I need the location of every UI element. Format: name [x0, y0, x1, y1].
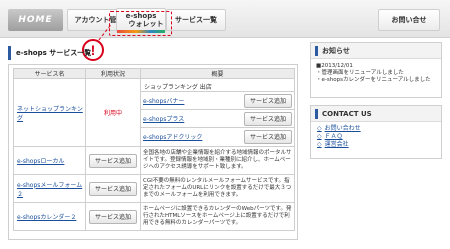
- service-link-plus[interactable]: e-shopsプラス: [143, 114, 184, 123]
- news-item: ・管理画面をリニューアルしました: [316, 70, 404, 76]
- contact-links: ◇ お問い合わせ ◇ ＦＡＱ ◇ 運営会社: [311, 122, 441, 152]
- column-header-status: 利用状況: [85, 68, 141, 79]
- contact-link-label: お問い合わせ: [324, 125, 361, 132]
- top-navigation: HOME アカウント管 e-shops ウォレット サービス一覧 お問い合せ: [0, 0, 450, 38]
- service-link-adclick[interactable]: e-shopsアドクリック: [143, 132, 202, 141]
- service-link-local[interactable]: e-shopsローカル: [17, 158, 64, 165]
- contact-link-label: ＦＡＱ: [324, 133, 343, 140]
- column-header-summary: 概要: [140, 68, 295, 79]
- service-name-cell: e-shopsメールフォーム２: [13, 174, 86, 203]
- status-badge: 利用中: [85, 78, 141, 147]
- table-row: e-shopsカレンダー２ サービス追加 ホームページに設置できるカレンダーのW…: [13, 202, 295, 231]
- add-service-button[interactable]: サービス追加: [89, 209, 137, 224]
- add-service-button[interactable]: サービス追加: [244, 111, 292, 126]
- news-date: ■2013/12/01: [316, 63, 353, 69]
- news-item: ・e-shopsカレンダーをリニューアルしました: [316, 77, 431, 83]
- table-row: e-shopsローカル サービス追加 全国各地の店舗や企業情報を紹介する地域情報…: [13, 146, 295, 175]
- page-title: e-shops サービス一覧: [8, 46, 304, 60]
- add-service-button[interactable]: サービス追加: [244, 129, 292, 144]
- service-name-cell: e-shopsカレンダー２: [13, 202, 86, 231]
- add-service-button[interactable]: サービス追加: [244, 93, 292, 108]
- summary-text: ショップランキング 出店: [144, 84, 212, 91]
- status-cell: サービス追加: [85, 146, 141, 175]
- contact-link-company[interactable]: ◇ 運営会社: [317, 141, 435, 149]
- table-row: e-shopsメールフォーム２ サービス追加 CGI不要の無料のレンタルメールフ…: [13, 174, 295, 203]
- tab-service-list[interactable]: サービス一覧: [166, 9, 226, 31]
- column-header-service-name: サービス名: [13, 68, 86, 79]
- news-body: ■2013/12/01 ・管理画面をリニューアルしました ・e-shopsカレン…: [311, 59, 441, 88]
- sub-service-row: e-shopsアドクリック サービス追加: [141, 127, 294, 145]
- service-description: ホームページに設置できるカレンダーのWebパーツです。発行されたHTMLソースを…: [140, 202, 295, 231]
- header-accent-bar: [315, 45, 318, 56]
- news-title: お知らせ: [322, 46, 350, 55]
- bullet-icon: ◇: [317, 133, 322, 140]
- add-service-button[interactable]: サービス追加: [89, 181, 137, 196]
- contact-link-label: 運営会社: [324, 141, 349, 148]
- service-table: サービス名 利用状況 概要 ネットショップランキング 利用中 ショップランキング…: [13, 68, 295, 231]
- contact-link-inquiry[interactable]: ◇ お問い合わせ: [317, 125, 435, 133]
- service-link-mailform[interactable]: e-shopsメールフォーム２: [17, 182, 82, 198]
- sub-service-row: e-shopsプラス サービス追加: [141, 109, 294, 127]
- news-header: お知らせ: [311, 43, 441, 59]
- service-description: 全国各地の店舗や企業情報を紹介する地域情報のポータルサイトです。登録情報を地域別…: [140, 146, 295, 175]
- header-accent-bar: [315, 108, 318, 119]
- status-cell: サービス追加: [85, 174, 141, 203]
- service-name-cell: ネットショップランキング: [13, 78, 86, 147]
- service-link-ranking[interactable]: ネットショップランキング: [17, 106, 83, 122]
- service-name-cell: e-shopsローカル: [13, 146, 86, 175]
- table-header-row: サービス名 利用状況 概要: [13, 68, 295, 79]
- service-link-calendar[interactable]: e-shopsカレンダー２: [17, 214, 76, 221]
- table-row: ネットショップランキング 利用中 ショップランキング 出店 e-shopsバナー…: [13, 78, 295, 147]
- bullet-icon: ◇: [317, 125, 322, 132]
- news-panel: お知らせ ■2013/12/01 ・管理画面をリニューアルしました ・e-sho…: [310, 42, 442, 98]
- service-list-panel: サービス名 利用状況 概要 ネットショップランキング 利用中 ショップランキング…: [8, 64, 298, 240]
- summary-cell: ショップランキング 出店 e-shopsバナー サービス追加 e-shopsプラ…: [140, 78, 295, 147]
- highlight-annotation-box: [109, 11, 172, 36]
- bullet-icon: ◇: [317, 141, 322, 148]
- contact-panel: CONTACT US ◇ お問い合わせ ◇ ＦＡＱ ◇ 運営会社: [310, 105, 442, 159]
- add-service-button[interactable]: サービス追加: [89, 153, 137, 168]
- contact-header: CONTACT US: [311, 106, 441, 122]
- service-description: CGI不要の無料のレンタルメールフォームサービスです。指定されたフォームのURL…: [140, 174, 295, 203]
- home-tab[interactable]: HOME: [8, 9, 63, 31]
- status-cell: サービス追加: [85, 202, 141, 231]
- contact-title: CONTACT US: [322, 109, 372, 118]
- contact-link-faq[interactable]: ◇ ＦＡＱ: [317, 133, 435, 141]
- service-link-banner[interactable]: e-shopsバナー: [143, 96, 184, 105]
- sub-service-row: e-shopsバナー サービス追加: [141, 91, 294, 109]
- tab-contact[interactable]: お問い合せ: [378, 9, 440, 31]
